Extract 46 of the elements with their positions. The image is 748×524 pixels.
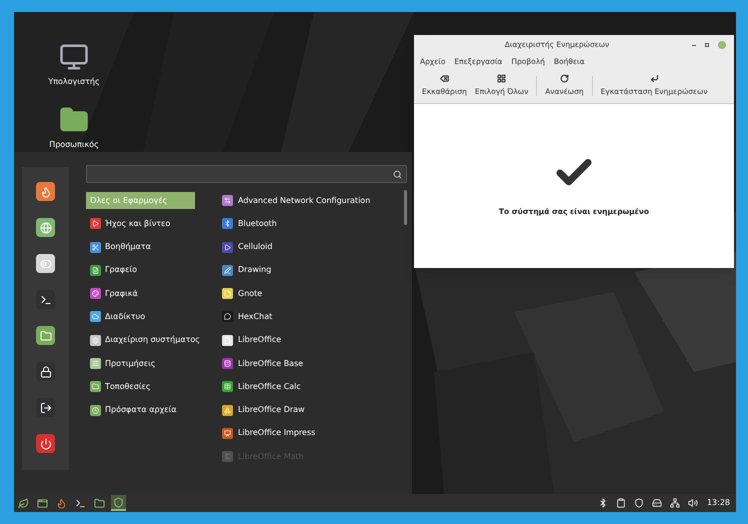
category-item[interactable]: Γραφικά: [86, 285, 195, 302]
firefox-icon[interactable]: [36, 182, 55, 201]
app-item[interactable]: LibreOffice Calc: [222, 378, 370, 396]
app-item[interactable]: Celluloid: [222, 238, 370, 256]
desktop-icon-label[interactable]: Προσωπικός: [49, 139, 99, 151]
category-item[interactable]: Διαδίκτυο: [86, 308, 195, 326]
backspace-icon: [440, 74, 449, 83]
app-item[interactable]: Drawing: [222, 262, 370, 279]
monitor-icon[interactable]: [59, 42, 89, 72]
app-item[interactable]: LibreOffice Draw: [222, 402, 370, 419]
folder-icon[interactable]: [36, 326, 55, 345]
category-item[interactable]: Τοποθεσίες: [86, 378, 195, 396]
category-item[interactable]: Βοηθήματα: [86, 238, 195, 256]
app-item[interactable]: Gnote: [222, 285, 370, 302]
search-icon: [393, 170, 402, 178]
grid-icon: [497, 74, 506, 83]
power-icon[interactable]: [36, 434, 55, 453]
enter-icon: [650, 74, 659, 83]
clock[interactable]: 13:28: [706, 497, 730, 509]
category-item[interactable]: Πρόσφατα αρχεία: [86, 402, 195, 419]
maximize-icon[interactable]: [705, 43, 709, 47]
app-item[interactable]: Advanced Network Configuration: [222, 192, 370, 209]
scrollbar[interactable]: [404, 190, 407, 225]
refresh-icon: [560, 74, 569, 83]
terminal-icon[interactable]: [36, 290, 55, 309]
bluetooth-icon[interactable]: [598, 498, 608, 508]
network-icon[interactable]: [670, 498, 680, 508]
category-item[interactable]: Γραφείο: [86, 262, 195, 279]
desktop-icon-label[interactable]: Υπολογιστής: [48, 76, 100, 88]
logout-icon[interactable]: [36, 398, 55, 417]
drive-icon[interactable]: [652, 498, 662, 508]
category-item[interactable]: Διαχείριση συστήματος: [86, 332, 204, 349]
app-item[interactable]: HexChat: [222, 308, 370, 326]
app-item[interactable]: Bluetooth: [222, 215, 370, 232]
globe-icon[interactable]: [36, 218, 55, 237]
app-item[interactable]: LibreOffice: [222, 332, 370, 349]
app-item[interactable]: LibreOffice Base: [222, 355, 370, 372]
app-item[interactable]: LibreOffice Impress: [222, 424, 370, 442]
lock-icon[interactable]: [36, 362, 55, 381]
clipboard-icon[interactable]: [616, 498, 626, 508]
category-item[interactable]: Ήχος και βίντεο: [86, 215, 195, 232]
category-item[interactable]: Προτιμήσεις: [86, 355, 195, 372]
toggle-icon[interactable]: [36, 254, 55, 273]
search-field[interactable]: [86, 165, 407, 183]
minimize-icon[interactable]: [692, 44, 696, 46]
volume-icon[interactable]: [688, 498, 698, 508]
